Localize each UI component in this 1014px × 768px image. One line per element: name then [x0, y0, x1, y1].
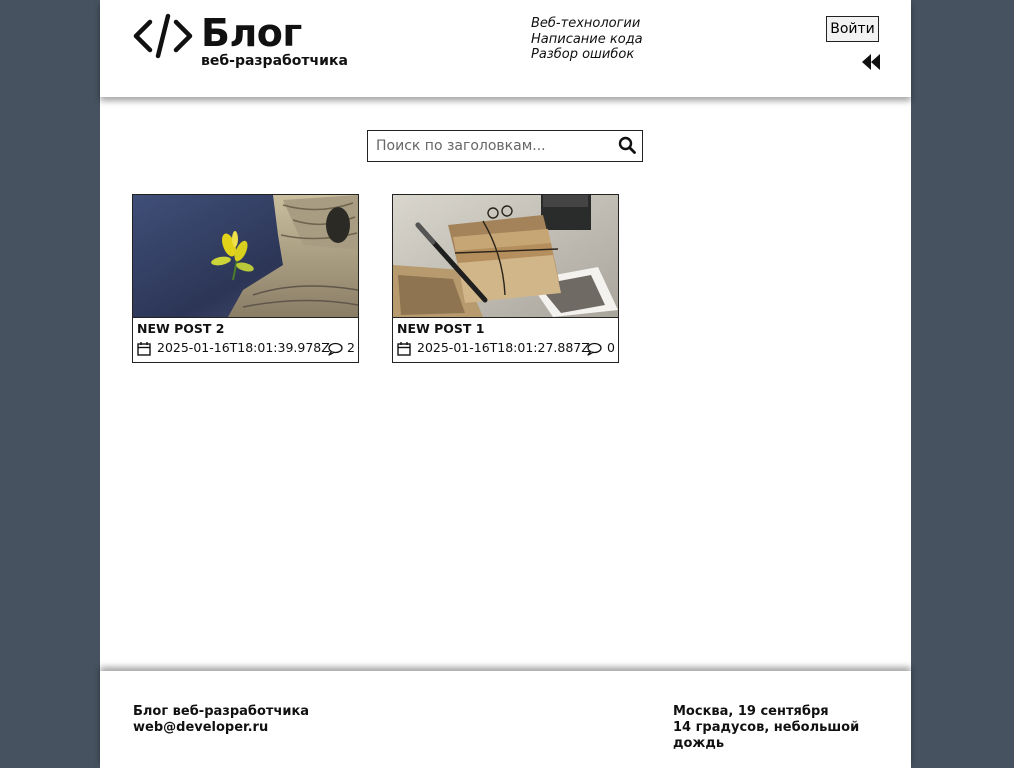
footer-weather: Москва, 19 сентября 14 градусов, небольш…: [673, 704, 911, 752]
double-chevron-left-icon[interactable]: [861, 53, 881, 71]
footer-email[interactable]: web@developer.ru: [133, 720, 309, 736]
footer: Блог веб-разработчика web@developer.ru М…: [100, 671, 911, 768]
nav-item-error-analysis[interactable]: Разбор ошибок: [531, 47, 643, 63]
footer-contacts: Блог веб-разработчика web@developer.ru: [133, 704, 309, 736]
main-nav: Веб-технологии Написание кода Разбор оши…: [531, 16, 643, 63]
search-icon[interactable]: [618, 136, 636, 154]
post-title[interactable]: NEW POST 1: [397, 321, 485, 337]
page: Блог веб-разработчика Веб-технологии Нап…: [100, 0, 911, 768]
logo-title[interactable]: Блог: [201, 10, 302, 56]
footer-weather-info: 14 градусов, небольшой дождь: [673, 720, 860, 751]
comment-count: 0: [607, 340, 615, 355]
nav-item-writing-code[interactable]: Написание кода: [531, 32, 643, 48]
footer-city-date: Москва, 19 сентября: [673, 704, 829, 719]
post-meta: 2025-01-16T18:01:39.978Z 2: [137, 340, 355, 356]
post-meta: 2025-01-16T18:01:27.887Z 0: [397, 340, 615, 356]
post-date: 2025-01-16T18:01:27.887Z: [417, 340, 590, 355]
footer-blog-name: Блог веб-разработчика: [133, 704, 310, 719]
post-image[interactable]: [393, 195, 618, 318]
post-date: 2025-01-16T18:01:39.978Z: [157, 340, 330, 355]
search-input[interactable]: [368, 131, 608, 161]
post-title[interactable]: NEW POST 2: [137, 321, 225, 337]
post-card[interactable]: NEW POST 1 2025-01-16T18:01:27.887Z 0: [392, 194, 619, 363]
code-logo-icon[interactable]: [133, 13, 193, 59]
logo-subtitle: веб-разработчика: [201, 53, 348, 69]
comment-icon: [328, 342, 343, 356]
post-card[interactable]: NEW POST 2 2025-01-16T18:01:39.978Z 2: [132, 194, 359, 363]
comment-count: 2: [347, 340, 355, 355]
comment-icon: [587, 342, 602, 356]
search-box: [367, 130, 643, 162]
login-button[interactable]: Войти: [826, 16, 879, 42]
nav-item-web-technologies[interactable]: Веб-технологии: [531, 16, 643, 32]
post-image-plant: [133, 195, 358, 317]
post-image-letters: [393, 195, 618, 317]
calendar-icon: [137, 342, 151, 356]
calendar-icon: [397, 342, 411, 356]
header: Блог веб-разработчика Веб-технологии Нап…: [100, 0, 911, 97]
post-image[interactable]: [133, 195, 358, 318]
